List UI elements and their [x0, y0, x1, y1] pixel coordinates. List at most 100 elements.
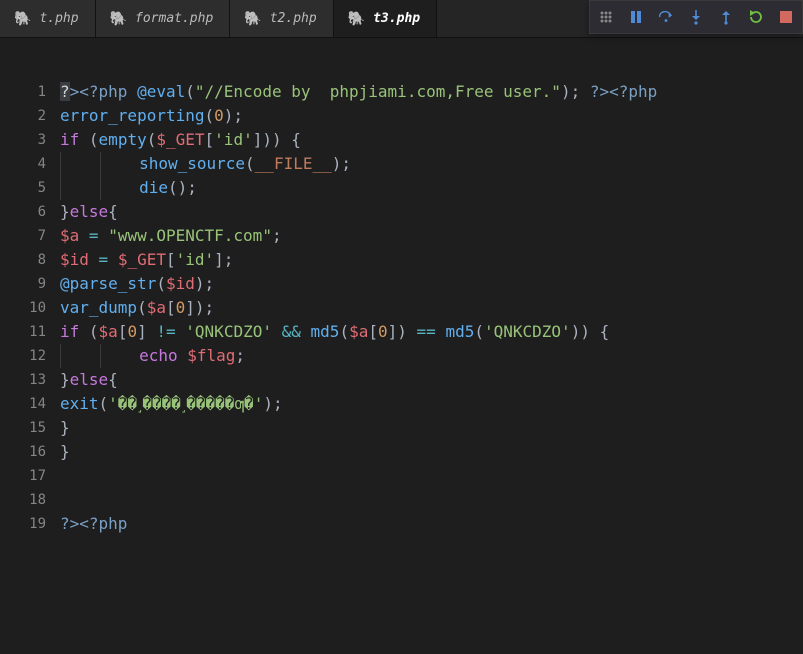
code-line[interactable]: echo $flag;: [60, 344, 803, 368]
line-number: 9: [0, 272, 46, 296]
code-token: ;: [235, 346, 245, 365]
code-token: (: [147, 130, 157, 149]
code-line[interactable]: var_dump($a[0]);: [60, 296, 803, 320]
code-token: }: [60, 202, 70, 221]
code-token: 'id': [176, 250, 215, 269]
php-icon: 🐘: [14, 11, 31, 27]
code-line[interactable]: $id = $_GET['id'];: [60, 248, 803, 272]
code-token: (: [185, 82, 195, 101]
code-token: ;: [272, 226, 282, 245]
code-line[interactable]: }else{: [60, 368, 803, 392]
code-token: );: [195, 274, 214, 293]
line-number: 4: [0, 152, 46, 176]
code-token: [: [205, 130, 215, 149]
step-over-icon[interactable]: [658, 9, 674, 25]
code-token: [176, 322, 186, 341]
code-token: [580, 82, 590, 101]
code-token: show_source: [139, 154, 245, 173]
line-number: 11: [0, 320, 46, 344]
tab-label: t3.php: [373, 11, 420, 26]
line-number: 13: [0, 368, 46, 392]
code-token: ><?php: [70, 82, 128, 101]
code-line[interactable]: if ($a[0] != 'QNKCDZO' && md5($a[0]) == …: [60, 320, 803, 344]
line-number: 17: [0, 464, 46, 488]
code-token: __FILE__: [255, 154, 332, 173]
code-token: ==: [417, 322, 436, 341]
tab-label: format.php: [135, 11, 213, 26]
line-number: 12: [0, 344, 46, 368]
code-token: error_reporting: [60, 106, 205, 125]
line-number: 14: [0, 392, 46, 416]
line-number: 3: [0, 128, 46, 152]
code-token: =: [89, 226, 99, 245]
restart-icon[interactable]: [748, 9, 764, 25]
code-token: md5: [445, 322, 474, 341]
code-line[interactable]: die();: [60, 176, 803, 200]
code-token: }: [60, 370, 70, 389]
code-token: &&: [282, 322, 301, 341]
code-token: else: [70, 202, 109, 221]
code-token: 0: [378, 322, 388, 341]
tab-t-php[interactable]: 🐘 t.php: [0, 0, 96, 37]
code-token: echo: [139, 346, 178, 365]
code-line[interactable]: if (empty($_GET['id'])) {: [60, 128, 803, 152]
code-line[interactable]: error_reporting(0);: [60, 104, 803, 128]
editor-area[interactable]: 12345678910111213141516171819 ?><?php @e…: [0, 38, 803, 654]
code-token: [: [166, 298, 176, 317]
code-token: [178, 346, 188, 365]
code-line[interactable]: ?><?php @eval("//Encode by phpjiami.com,…: [60, 80, 803, 104]
code-line[interactable]: }else{: [60, 200, 803, 224]
code-token: ?><?php: [590, 82, 657, 101]
code-line[interactable]: }: [60, 440, 803, 464]
code-token: (: [99, 394, 109, 413]
code-line[interactable]: }: [60, 416, 803, 440]
code-token: (: [89, 130, 99, 149]
code-token: {: [108, 202, 118, 221]
code-line[interactable]: show_source(__FILE__);: [60, 152, 803, 176]
drag-handle-icon[interactable]: [598, 9, 614, 25]
stop-icon[interactable]: [778, 9, 794, 25]
code-token: (: [137, 298, 147, 317]
code-token: [436, 322, 446, 341]
code-token: $a: [147, 298, 166, 317]
code-line[interactable]: [60, 488, 803, 512]
code-line[interactable]: exit('��˼����˼�����ƣ�');: [60, 392, 803, 416]
code-token: '��˼����˼�����ƣ�': [108, 394, 263, 413]
code-token: [79, 130, 89, 149]
code-token: [127, 82, 137, 101]
code-token: {: [108, 370, 118, 389]
code-token: (: [339, 322, 349, 341]
code-token: ]: [137, 322, 147, 341]
code-token: die: [139, 178, 168, 197]
code-line[interactable]: $a = "www.OPENCTF.com";: [60, 224, 803, 248]
tab-format-php[interactable]: 🐘 format.php: [96, 0, 231, 37]
code-token: {: [600, 322, 610, 341]
code-token: ])): [253, 130, 282, 149]
php-icon: 🐘: [110, 11, 127, 27]
line-number: 8: [0, 248, 46, 272]
tab-t2-php[interactable]: 🐘 t2.php: [230, 0, 333, 37]
tab-t3-php[interactable]: 🐘 t3.php: [334, 0, 437, 37]
code-token: [590, 322, 600, 341]
code-line[interactable]: @parse_str($id);: [60, 272, 803, 296]
code-token: [147, 322, 157, 341]
code-line[interactable]: ?><?php: [60, 512, 803, 536]
code-token: [: [118, 322, 128, 341]
step-into-icon[interactable]: [688, 9, 704, 25]
code-token: );: [263, 394, 282, 413]
code-token: [99, 226, 109, 245]
line-number: 2: [0, 104, 46, 128]
code-token: (: [89, 322, 99, 341]
code-token: if: [60, 130, 79, 149]
code-token: 0: [214, 106, 224, 125]
code-token: md5: [311, 322, 340, 341]
code-area[interactable]: ?><?php @eval("//Encode by phpjiami.com,…: [60, 80, 803, 654]
code-token: if: [60, 322, 79, 341]
php-icon: 🐘: [244, 11, 261, 27]
pause-icon[interactable]: [628, 9, 644, 25]
code-token: "www.OPENCTF.com": [108, 226, 272, 245]
line-number: 15: [0, 416, 46, 440]
step-out-icon[interactable]: [718, 9, 734, 25]
code-token: [108, 250, 118, 269]
code-line[interactable]: [60, 464, 803, 488]
